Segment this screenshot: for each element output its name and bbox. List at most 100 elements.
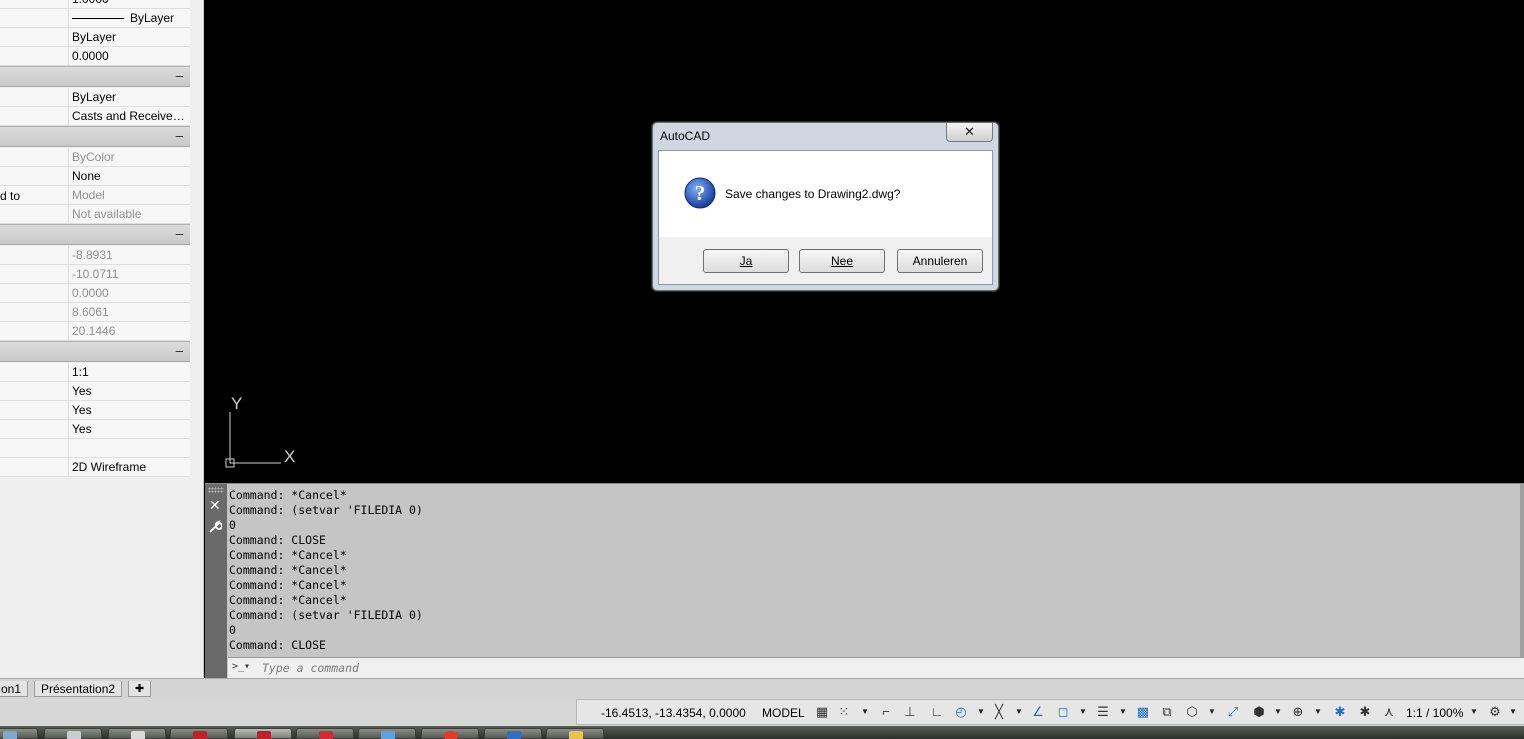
taskbar-item-autocad[interactable]: [296, 728, 354, 739]
cancel-button[interactable]: Annuleren: [897, 249, 983, 273]
property-row[interactable]: [0, 439, 190, 458]
property-row[interactable]: d to Model: [0, 186, 190, 205]
isodraft-icon[interactable]: ╳: [991, 704, 1007, 720]
add-layout-icon[interactable]: ✚: [128, 681, 152, 697]
status-tray: -16.4513, -13.4354, 0.0000 MODEL ▦ ⁙ ▼ ⌐…: [576, 699, 1524, 725]
property-row[interactable]: ByLayer: [0, 88, 190, 107]
chevron-down-icon[interactable]: ▼: [1274, 704, 1282, 720]
annotation-scale-icon[interactable]: ⋏: [1381, 704, 1397, 720]
auto-scale-icon[interactable]: ✱: [1357, 704, 1373, 720]
command-history-line: Command: (setvar 'FILEDIA 0): [229, 503, 423, 517]
close-icon[interactable]: ✕: [209, 497, 221, 514]
property-row[interactable]: 1.0000: [0, 0, 190, 9]
command-input[interactable]: [262, 659, 1462, 677]
property-category-header[interactable]: –: [0, 66, 190, 87]
property-row[interactable]: -10.0711: [0, 265, 190, 284]
taskbar-item-autocad-active[interactable]: [234, 728, 292, 739]
taskbar-item-autocad[interactable]: [170, 728, 228, 739]
windows-taskbar: [0, 726, 1524, 739]
snap-grid-icon[interactable]: ⁙: [836, 704, 852, 720]
property-row[interactable]: Not available: [0, 205, 190, 224]
dialog-title: AutoCAD: [660, 129, 711, 143]
gear-icon[interactable]: ⚙: [1487, 704, 1503, 720]
command-window-grip[interactable]: ✕: [205, 484, 227, 679]
property-row[interactable]: Yes: [0, 382, 190, 401]
property-row[interactable]: ByLayer: [0, 28, 190, 47]
property-row[interactable]: 2D Wireframe: [0, 458, 190, 477]
property-row[interactable]: 0.0000: [0, 47, 190, 66]
collapse-icon[interactable]: –: [176, 128, 183, 143]
polar-tracking-icon[interactable]: ◴: [953, 704, 969, 720]
property-value: None: [68, 167, 190, 186]
property-category-header[interactable]: –: [0, 126, 190, 147]
property-row[interactable]: ByColor: [0, 148, 190, 167]
property-row[interactable]: Yes: [0, 401, 190, 420]
infer-constraints-icon[interactable]: ⌐: [878, 704, 894, 720]
property-row-linetype[interactable]: ByLayer: [0, 9, 190, 28]
tab-layout1[interactable]: on1: [0, 681, 29, 697]
command-history-line: Command: *Cancel*: [229, 593, 347, 607]
taskbar-item[interactable]: [546, 728, 604, 739]
collapse-icon[interactable]: –: [176, 226, 183, 241]
3d-osnap-icon[interactable]: ⬡: [1184, 704, 1200, 720]
chevron-down-icon[interactable]: ▼: [1208, 704, 1216, 720]
property-row[interactable]: 20.1446: [0, 322, 190, 341]
collapse-icon[interactable]: –: [176, 68, 183, 83]
wrench-icon[interactable]: [208, 520, 223, 537]
taskbar-item[interactable]: [0, 728, 38, 739]
coordinates-readout[interactable]: -16.4513, -13.4354, 0.0000: [601, 706, 746, 720]
dialog-close-button[interactable]: ✕: [946, 123, 993, 142]
property-category-header[interactable]: –: [0, 341, 190, 362]
chevron-down-icon[interactable]: ▼: [977, 704, 985, 720]
property-row[interactable]: -8.8931: [0, 246, 190, 265]
property-row[interactable]: 0.0000: [0, 284, 190, 303]
taskbar-item[interactable]: [358, 728, 416, 739]
collapse-icon[interactable]: –: [176, 343, 183, 358]
command-history-line: 0: [229, 518, 236, 532]
property-row[interactable]: Casts and Receives…: [0, 107, 190, 126]
property-value: 8.6061: [68, 303, 190, 322]
chevron-down-icon[interactable]: ▼: [861, 704, 869, 720]
taskbar-item[interactable]: [108, 728, 166, 739]
command-prompt-button[interactable]: >_▾: [232, 661, 260, 675]
drag-handle-icon[interactable]: [208, 487, 224, 493]
property-row[interactable]: Yes: [0, 420, 190, 439]
ortho-icon[interactable]: ∟: [929, 704, 945, 720]
object-snap-tracking-icon[interactable]: ∠: [1030, 704, 1046, 720]
taskbar-item[interactable]: [484, 728, 542, 739]
model-space-button[interactable]: MODEL: [762, 706, 805, 720]
property-value: 20.1446: [68, 322, 190, 341]
property-row[interactable]: 8.6061: [0, 303, 190, 322]
object-snap-icon[interactable]: ◻: [1055, 704, 1071, 720]
property-value: Yes: [68, 382, 190, 401]
annotation-scale-readout[interactable]: 1:1 / 100%: [1406, 706, 1463, 720]
chevron-down-icon[interactable]: ▼: [1509, 704, 1517, 720]
annotation-visibility-icon[interactable]: ✱: [1332, 704, 1348, 720]
no-button[interactable]: Nee: [799, 249, 885, 273]
dynamic-input-icon[interactable]: ⊥: [902, 704, 918, 720]
selection-filter-icon[interactable]: ⬢: [1251, 704, 1267, 720]
gizmo-icon[interactable]: ⊕: [1290, 704, 1306, 720]
chevron-down-icon[interactable]: ▼: [1314, 704, 1322, 720]
lineweight-icon[interactable]: ☰: [1095, 704, 1111, 720]
question-icon: ?: [684, 177, 716, 209]
chevron-down-icon[interactable]: ▼: [1470, 704, 1478, 720]
property-row[interactable]: None: [0, 167, 190, 186]
taskbar-item[interactable]: [44, 728, 102, 739]
grid-icon[interactable]: ▦: [814, 704, 830, 720]
tab-presentation2[interactable]: Présentation2: [34, 681, 123, 697]
save-changes-dialog: AutoCAD ✕ ? Save changes to Drawing2.dwg…: [652, 122, 999, 291]
property-category-header[interactable]: –: [0, 224, 190, 245]
selection-cycling-icon[interactable]: ⧉: [1159, 704, 1175, 720]
chevron-down-icon[interactable]: ▼: [1119, 704, 1127, 720]
command-scrollbar[interactable]: [1520, 484, 1524, 657]
chevron-down-icon[interactable]: ▼: [1079, 704, 1087, 720]
chevron-down-icon[interactable]: ▼: [1015, 704, 1023, 720]
linetype-swatch: [72, 18, 124, 19]
yes-button[interactable]: Ja: [703, 249, 789, 273]
property-row[interactable]: 1:1: [0, 363, 190, 382]
dynamic-ucs-icon[interactable]: ⤢: [1225, 704, 1241, 720]
ucs-icon: Y X: [225, 394, 295, 468]
taskbar-item[interactable]: [421, 728, 479, 739]
transparency-icon[interactable]: ▩: [1135, 704, 1151, 720]
